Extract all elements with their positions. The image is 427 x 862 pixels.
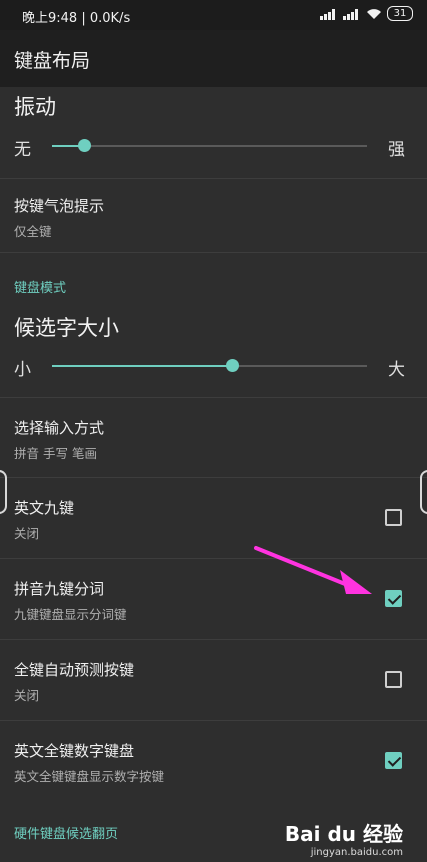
settings-list[interactable]: 振动 无 强 按键气泡提示 仅全键 键盘模式 候选字大小 小 大 选择输入方式 … xyxy=(0,87,427,862)
candidate-size-slider-row: 小 大 xyxy=(0,351,427,381)
pinyin-nine-key-split-checkbox[interactable] xyxy=(385,590,402,607)
candidate-size-max-label: 大 xyxy=(388,360,405,380)
left-edge-handle[interactable] xyxy=(0,470,7,514)
full-key-predict-checkbox[interactable] xyxy=(385,671,402,688)
annotation-arrow xyxy=(254,546,372,594)
input-method-title: 选择输入方式 xyxy=(14,419,105,437)
section-keyboard-mode: 键盘模式 xyxy=(14,281,67,296)
english-full-number-checkbox[interactable] xyxy=(385,752,402,769)
candidate-size-slider[interactable] xyxy=(52,359,367,372)
battery-icon: 31 xyxy=(387,6,413,21)
key-popup-title: 按键气泡提示 xyxy=(14,197,105,215)
candidate-size-slider-fill xyxy=(52,365,232,367)
full-key-predict-summary: 关闭 xyxy=(14,688,40,703)
key-popup-item[interactable]: 按键气泡提示 仅全键 xyxy=(0,179,427,251)
right-edge-handle[interactable] xyxy=(420,470,427,514)
english-full-number-item[interactable]: 英文全键数字键盘 英文全键键盘显示数字按键 xyxy=(0,721,427,801)
vibration-slider-row: 无 强 xyxy=(0,131,427,161)
status-icons: 31 xyxy=(320,6,413,21)
wifi-icon xyxy=(367,8,381,19)
signal-icon xyxy=(320,8,335,20)
english-nine-key-checkbox[interactable] xyxy=(385,509,402,526)
english-nine-key-summary: 关闭 xyxy=(14,526,40,541)
vibration-title: 振动 xyxy=(14,95,56,119)
vibration-min-label: 无 xyxy=(14,140,31,160)
toolbar: 键盘布局 xyxy=(0,30,427,87)
english-nine-key-title: 英文九键 xyxy=(14,499,75,517)
page-title: 键盘布局 xyxy=(14,50,91,72)
signal-2-icon xyxy=(343,8,358,20)
vibration-slider-thumb[interactable] xyxy=(77,139,91,152)
english-full-number-title: 英文全键数字键盘 xyxy=(14,742,135,760)
key-popup-summary: 仅全键 xyxy=(14,224,52,239)
divider xyxy=(0,252,427,253)
vibration-max-label: 强 xyxy=(388,140,405,160)
pinyin-nine-key-split-title: 拼音九键分词 xyxy=(14,580,105,598)
full-key-predict-title: 全键自动预测按键 xyxy=(14,661,135,679)
pinyin-nine-key-split-summary: 九键键盘显示分词键 xyxy=(14,607,127,622)
input-method-summary: 拼音 手写 笔画 xyxy=(14,446,97,461)
full-key-predict-item[interactable]: 全键自动预测按键 关闭 xyxy=(0,640,427,720)
vibration-slider[interactable] xyxy=(52,139,367,152)
status-bar: 晚上9:48 | 0.0K/s 31 xyxy=(0,0,427,30)
status-time: 晚上9:48 | 0.0K/s xyxy=(22,11,131,26)
candidate-size-title: 候选字大小 xyxy=(14,316,119,340)
section-hardware-keyboard: 硬件键盘候选翻页 xyxy=(14,827,119,842)
english-full-number-summary: 英文全键键盘显示数字按键 xyxy=(14,769,165,784)
candidate-size-slider-thumb[interactable] xyxy=(225,359,239,372)
candidate-size-min-label: 小 xyxy=(14,360,31,380)
watermark-url: jingyan.baidu.com xyxy=(310,847,403,858)
input-method-item[interactable]: 选择输入方式 拼音 手写 笔画 xyxy=(0,398,427,476)
baidu-logo: Bai du 经验 xyxy=(284,822,403,846)
watermark: Bai du 经验 jingyan.baidu.com xyxy=(285,818,403,858)
